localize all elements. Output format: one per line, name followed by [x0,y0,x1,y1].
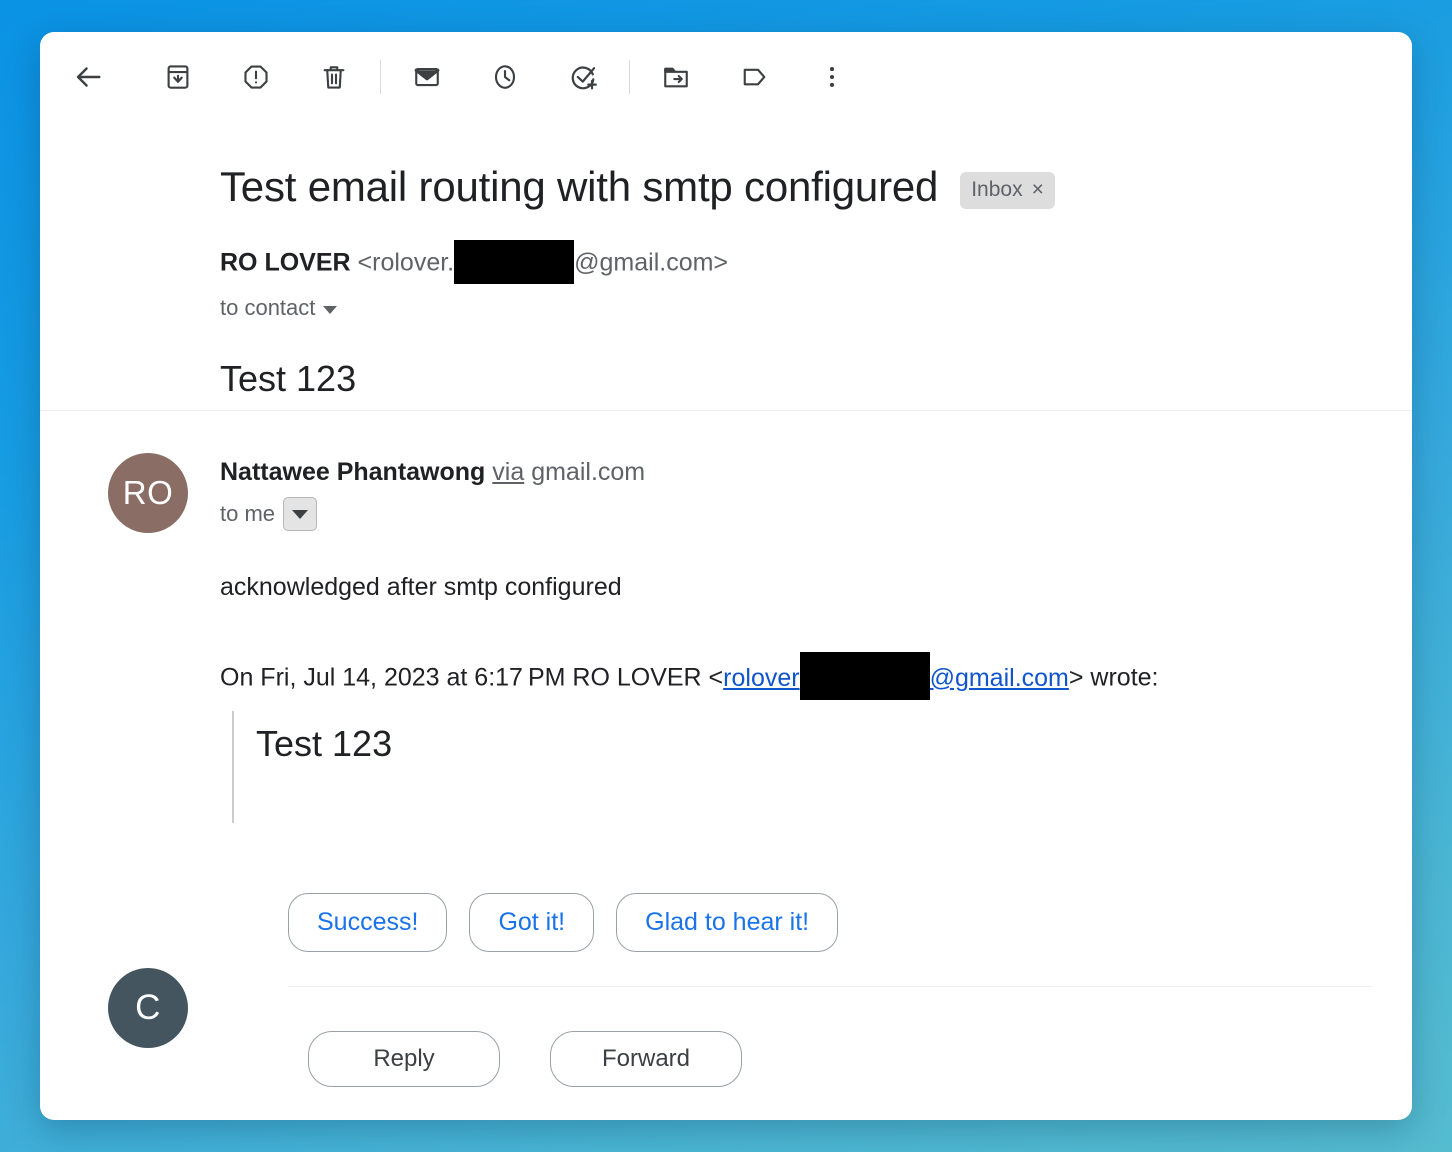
add-to-tasks-button[interactable] [555,49,611,105]
avatar: C [108,968,188,1049]
label-chip-text: Inbox [971,177,1023,201]
back-arrow-icon [71,60,105,94]
mark-unread-icon [412,62,442,92]
back-button[interactable] [60,49,116,105]
archive-icon [163,62,193,92]
sender-email-suffix: @gmail.com> [574,248,729,277]
mark-unread-button[interactable] [399,49,455,105]
message-2[interactable]: C Nattawee Phantawong via gmail.com to m… [40,411,1412,1088]
sender-line: RO LOVER <rolover. @gmail.com> [220,240,1412,286]
recipient-line[interactable]: to me [220,497,1412,532]
delete-button[interactable] [306,49,362,105]
snooze-clock-icon [490,62,520,92]
smart-reply-button-1[interactable]: Success! [288,893,448,953]
footer-divider [288,986,1372,988]
redacted-email-block [454,240,575,285]
quoted-sender-email-link[interactable]: rolover @gmail.com [723,652,1069,701]
sender-name: Nattawee Phantawong [220,458,486,487]
more-options-button[interactable] [804,49,860,105]
reply-button[interactable]: Reply [308,1031,500,1088]
chevron-down-icon[interactable] [323,305,338,314]
message-1[interactable]: RO RO LOVER <rolover. @gmail.com> to cont… [40,210,1412,534]
label-chip-remove-icon[interactable]: × [1032,179,1044,200]
delete-icon [319,62,349,92]
quote-header: On Fri, Jul 14, 2023 at 6:17 PM RO LOVER… [108,652,1412,703]
recipient-details-button[interactable] [283,497,318,532]
smart-reply-button-3[interactable]: Glad to hear it! [616,893,839,953]
move-to-button[interactable] [648,49,704,105]
forward-button[interactable]: Forward [550,1031,742,1088]
message-toolbar [40,32,1412,122]
sender-name: RO LOVER [220,248,351,277]
redacted-email-block [799,652,930,701]
report-spam-icon [241,62,271,92]
quote-header-prefix: On Fri, Jul 14, 2023 at 6:17 PM RO LOVER… [220,663,724,692]
label-tag-icon [739,62,769,92]
smart-reply-bar: Success! Got it! Glad to hear it! [108,893,1412,953]
toolbar-divider [629,60,630,94]
subject-row: Test email routing with smtp configured … [40,122,1412,210]
recipient-text: to me [220,501,276,527]
labels-button[interactable] [726,49,782,105]
via-word: via [492,458,525,487]
footer-action-bar: Reply Forward [108,1031,1412,1088]
smart-reply-button-2[interactable]: Got it! [469,893,595,953]
toolbar-divider [380,60,381,94]
message-1-body: Test 123 [220,358,357,400]
more-options-icon [818,63,846,91]
sender-email-prefix: <rolover. [357,248,455,277]
sender-line: Nattawee Phantawong via gmail.com [220,457,1412,488]
report-spam-button[interactable] [228,49,284,105]
snooze-button[interactable] [477,49,533,105]
add-to-tasks-icon [568,62,599,93]
archive-button[interactable] [150,49,206,105]
message-1-header: RO LOVER <rolover. @gmail.com> to contact [108,240,1412,321]
message-2-header: Nattawee Phantawong via gmail.com to me [108,457,1412,532]
page-title: Test email routing with smtp configured [220,163,939,210]
move-to-folder-icon [661,62,691,92]
label-chip-inbox[interactable]: Inbox × [960,171,1055,209]
recipient-line[interactable]: to contact [220,295,1412,321]
message-2-body: acknowledged after smtp configured [220,573,622,602]
quote-header-suffix: > wrote: [1068,663,1159,692]
quote-link-suffix: @gmail.com [929,663,1069,692]
quote-link-prefix: rolover [723,663,800,692]
chevron-down-icon [292,509,309,519]
quoted-message-body: Test 123 [232,711,1412,824]
via-domain: gmail.com [531,458,646,487]
recipient-text: to contact [220,295,316,321]
email-window: Test email routing with smtp configured … [40,32,1412,1120]
